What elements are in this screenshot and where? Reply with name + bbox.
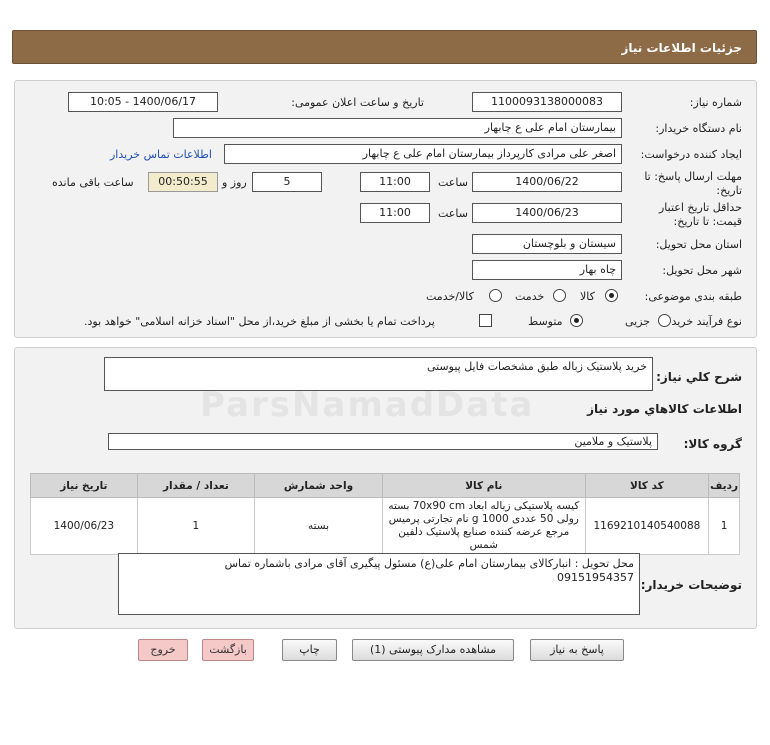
deadline-time-field: 11:00 (360, 172, 430, 192)
col-unit: واحد شمارش (254, 473, 383, 498)
goods-table: ردیف کد کالا نام کالا واحد شمارش تعداد /… (30, 473, 740, 555)
province-field: سیستان و بلوچستان (472, 234, 622, 254)
cell-unit: بسته (254, 497, 383, 555)
print-button[interactable]: چاپ (282, 639, 337, 661)
col-date: تاریخ نیاز (30, 473, 138, 498)
view-documents-button[interactable]: مشاهده مدارک پیوستی (1) (352, 639, 514, 661)
city-label: شهر محل تحویل: (662, 264, 742, 277)
validity-label-2: قیمت: تا تاریخ: (673, 215, 742, 228)
deadline-label: مهلت ارسال پاسخ: تا (644, 170, 742, 183)
col-name: نام کالا (381, 473, 586, 498)
table-row: 1 1169210140540088 کیسه پلاستیکی زباله ا… (30, 497, 740, 555)
deadline-label-2: تاریخ: (716, 184, 742, 197)
category-option-goods-service: کالا/خدمت (426, 290, 474, 303)
back-button[interactable]: بازگشت (202, 639, 254, 661)
page-header: جزئیات اطلاعات نیاز (12, 30, 757, 64)
cell-qty: 1 (136, 497, 256, 555)
buyer-notes-label: توضیحات خریدار: (640, 578, 742, 592)
cell-code: 1169210140540088 (584, 497, 710, 555)
remaining-label: ساعت باقی مانده (52, 176, 134, 189)
need-number-label: شماره نیاز: (689, 96, 742, 109)
buyer-notes-line-2: 09151954357 (557, 571, 634, 584)
cell-date: 1400/06/23 (30, 497, 138, 555)
treasury-payment-note: پرداخت تمام یا بخشی از مبلغ خرید،از محل … (84, 315, 435, 328)
days-label: روز و (222, 176, 247, 189)
cell-name: کیسه پلاستیکی زباله ابعاد 70x90 cm بسته … (381, 497, 586, 555)
category-radio-goods[interactable] (605, 289, 618, 302)
validity-time-label: ساعت (438, 207, 468, 220)
buyer-notes-field: محل تحویل : انبارکالای بیمارستان امام عل… (118, 553, 640, 615)
need-desc-field: خرید پلاستیک زباله طبق مشخصات فایل پیوست… (104, 357, 653, 391)
validity-date-field: 1400/06/23 (472, 203, 622, 223)
treasury-payment-checkbox[interactable] (479, 314, 492, 327)
category-radio-service[interactable] (553, 289, 566, 302)
need-number-field: 1100093138000083 (472, 92, 622, 112)
announce-field: 1400/06/17 - 10:05 (68, 92, 218, 112)
category-radio-goods-service[interactable] (489, 289, 502, 302)
category-label: طبقه بندی موضوعی: (644, 290, 742, 303)
need-desc-label: شرح کلي نياز: (656, 370, 742, 384)
cell-row: 1 (708, 497, 740, 555)
city-field: چاه بهار (472, 260, 622, 280)
purchase-radio-medium[interactable] (570, 314, 583, 327)
category-option-service: خدمت (515, 290, 545, 303)
remaining-time-field: 00:50:55 (148, 172, 218, 192)
goods-table-header: ردیف کد کالا نام کالا واحد شمارش تعداد /… (30, 473, 740, 498)
goods-info-title: اطلاعات کالاهاي مورد نياز (587, 402, 742, 416)
deadline-date-field: 1400/06/22 (472, 172, 622, 192)
goods-group-label: گروه کالا: (683, 437, 742, 451)
purchase-option-medium: متوسط (528, 315, 563, 328)
purchase-radio-minor[interactable] (658, 314, 671, 327)
requester-field: اصغر علی مرادی کارپرداز بیمارستان امام ع… (224, 144, 622, 164)
category-option-goods: کالا (580, 290, 595, 303)
buyer-org-label: نام دستگاه خریدار: (655, 122, 742, 135)
buyer-notes-line-1: محل تحویل : انبارکالای بیمارستان امام عل… (224, 557, 634, 570)
buyer-contact-link[interactable]: اطلاعات تماس خریدار (110, 148, 212, 161)
purchase-option-minor: جزیی (625, 315, 651, 328)
validity-label: حداقل تاریخ اعتبار (658, 201, 742, 214)
province-label: استان محل تحویل: (655, 238, 742, 251)
watermark: ParsNamadData (200, 385, 535, 425)
announce-label: تاریخ و ساعت اعلان عمومی: (291, 96, 424, 109)
purchase-type-label: نوع فرآیند خرید : (664, 315, 742, 328)
reply-button[interactable]: پاسخ به نیاز (530, 639, 624, 661)
col-qty: تعداد / مقدار (136, 473, 256, 498)
days-field: 5 (252, 172, 322, 192)
col-code: کد کالا (584, 473, 710, 498)
validity-time-field: 11:00 (360, 203, 430, 223)
deadline-time-label: ساعت (438, 176, 468, 189)
requester-label: ایجاد کننده درخواست: (640, 148, 742, 161)
col-row: ردیف (708, 473, 740, 498)
exit-button[interactable]: خروج (138, 639, 188, 661)
buyer-org-field: بیمارستان امام علی ع چابهار (173, 118, 622, 138)
goods-group-field: پلاستیک و ملامین (108, 433, 658, 450)
page-title: جزئیات اطلاعات نیاز (621, 41, 742, 55)
